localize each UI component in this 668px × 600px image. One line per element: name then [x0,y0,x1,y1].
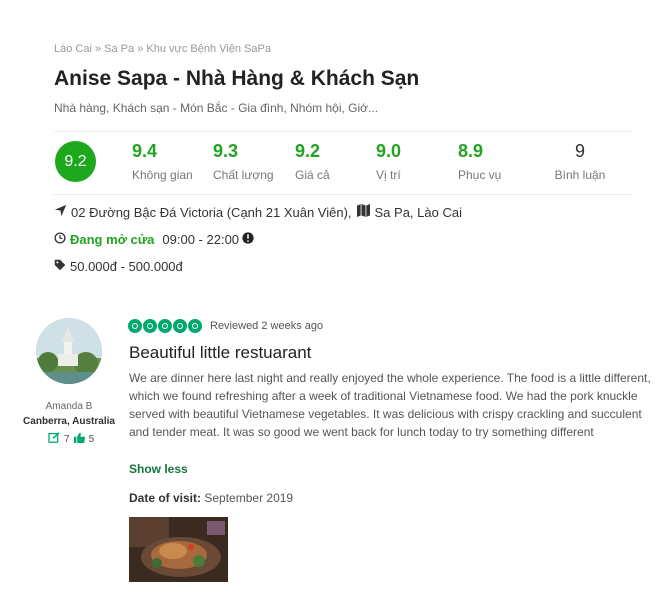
rating-label: Giá cả [295,168,330,182]
breadcrumb-item-lao-cai[interactable]: Lào Cai [54,43,92,55]
rating-value: 8.9 [458,141,484,161]
breadcrumb: Lào Cai » Sa Pa » Khu vực Bệnh Viện SaPa [54,43,271,55]
rating-bubble [143,319,157,333]
review-title[interactable]: Beautiful little restuarant [129,343,311,363]
user-stats: 7 5 [48,432,97,446]
breadcrumb-item-sa-pa[interactable]: Sa Pa [104,43,134,55]
restaurant-categories: Nhà hàng, Khách sạn - Món Bắc - Gia đình… [54,101,379,115]
rating-quality: 9.3 Chất lượng [213,141,288,182]
breadcrumb-item-area[interactable]: Khu vực Bệnh Viện SaPa [146,43,271,55]
review-count: 7 [64,433,70,445]
clock-icon [54,232,70,247]
breadcrumb-separator: » [91,43,105,55]
rating-label: Chất lượng [213,168,274,182]
rating-value: 9.0 [376,141,402,161]
helpful-count: 5 [88,433,95,445]
restaurant-title: Anise Sapa - Nhà Hàng & Khách Sạn [54,67,420,90]
rating-label: Vị trí [376,168,401,182]
address-text: 02 Đường Bậc Đá Victoria (Cạnh 21 Xuân V… [71,204,352,220]
rating-bubble [173,319,187,333]
review-count-icon [48,432,61,446]
thumbs-up-icon [73,432,86,446]
rating-value: 9.3 [213,141,239,161]
opening-hours: 09:00 - 22:00 [162,232,240,247]
location-arrow-icon [54,204,71,220]
price-tag-icon [54,259,70,274]
divider [54,194,632,195]
rating-service: 8.9 Phục vụ [458,141,533,182]
rating-price: 9.2 Giá cả [295,141,370,182]
rating-bubble [188,319,202,333]
map-icon[interactable] [356,204,375,220]
price-range: 50.000đ - 500.000đ [70,259,183,274]
show-less-link[interactable]: Show less [129,462,188,476]
avatar[interactable] [36,318,102,384]
visit-date-label: Date of visit: [129,491,202,505]
comment-count-label: Bình luận [554,168,606,182]
rating-value: 9.2 [295,141,321,161]
overall-rating-badge: 9.2 [55,141,96,182]
rating-label: Phục vụ [458,168,502,182]
divider [54,131,632,132]
rating-location: 9.0 Vị trí [376,141,451,182]
rating-bubble [128,319,142,333]
address-row: 02 Đường Bậc Đá Victoria (Cạnh 21 Xuân V… [54,204,462,220]
rating-bubble [158,319,172,333]
review-body: We are dinner here last night and really… [129,371,651,439]
review-photo[interactable] [129,517,228,582]
visit-date-value: September 2019 [204,491,294,505]
user-location: Canberra, Australia [23,416,115,427]
rating-label: Không gian [132,168,193,182]
breadcrumb-separator: » [134,43,147,55]
rating-space: 9.4 Không gian [132,141,207,182]
comment-count[interactable]: 9 Bình luận [554,141,614,182]
bubble-rating [128,319,203,333]
open-status: Đang mở cửa [70,232,155,247]
comment-count-value: 9 [574,141,585,161]
rating-value: 9.4 [132,141,158,161]
info-icon[interactable] [242,232,258,247]
visit-date: Date of visit: September 2019 [129,491,293,505]
hours-row: Đang mở cửa 09:00 - 22:00 [54,232,258,247]
city-text: Sa Pa, Lào Cai [374,204,462,220]
review-date: Reviewed 2 weeks ago [210,320,324,332]
user-name[interactable]: Amanda B [20,401,118,412]
price-row: 50.000đ - 500.000đ [54,259,183,274]
